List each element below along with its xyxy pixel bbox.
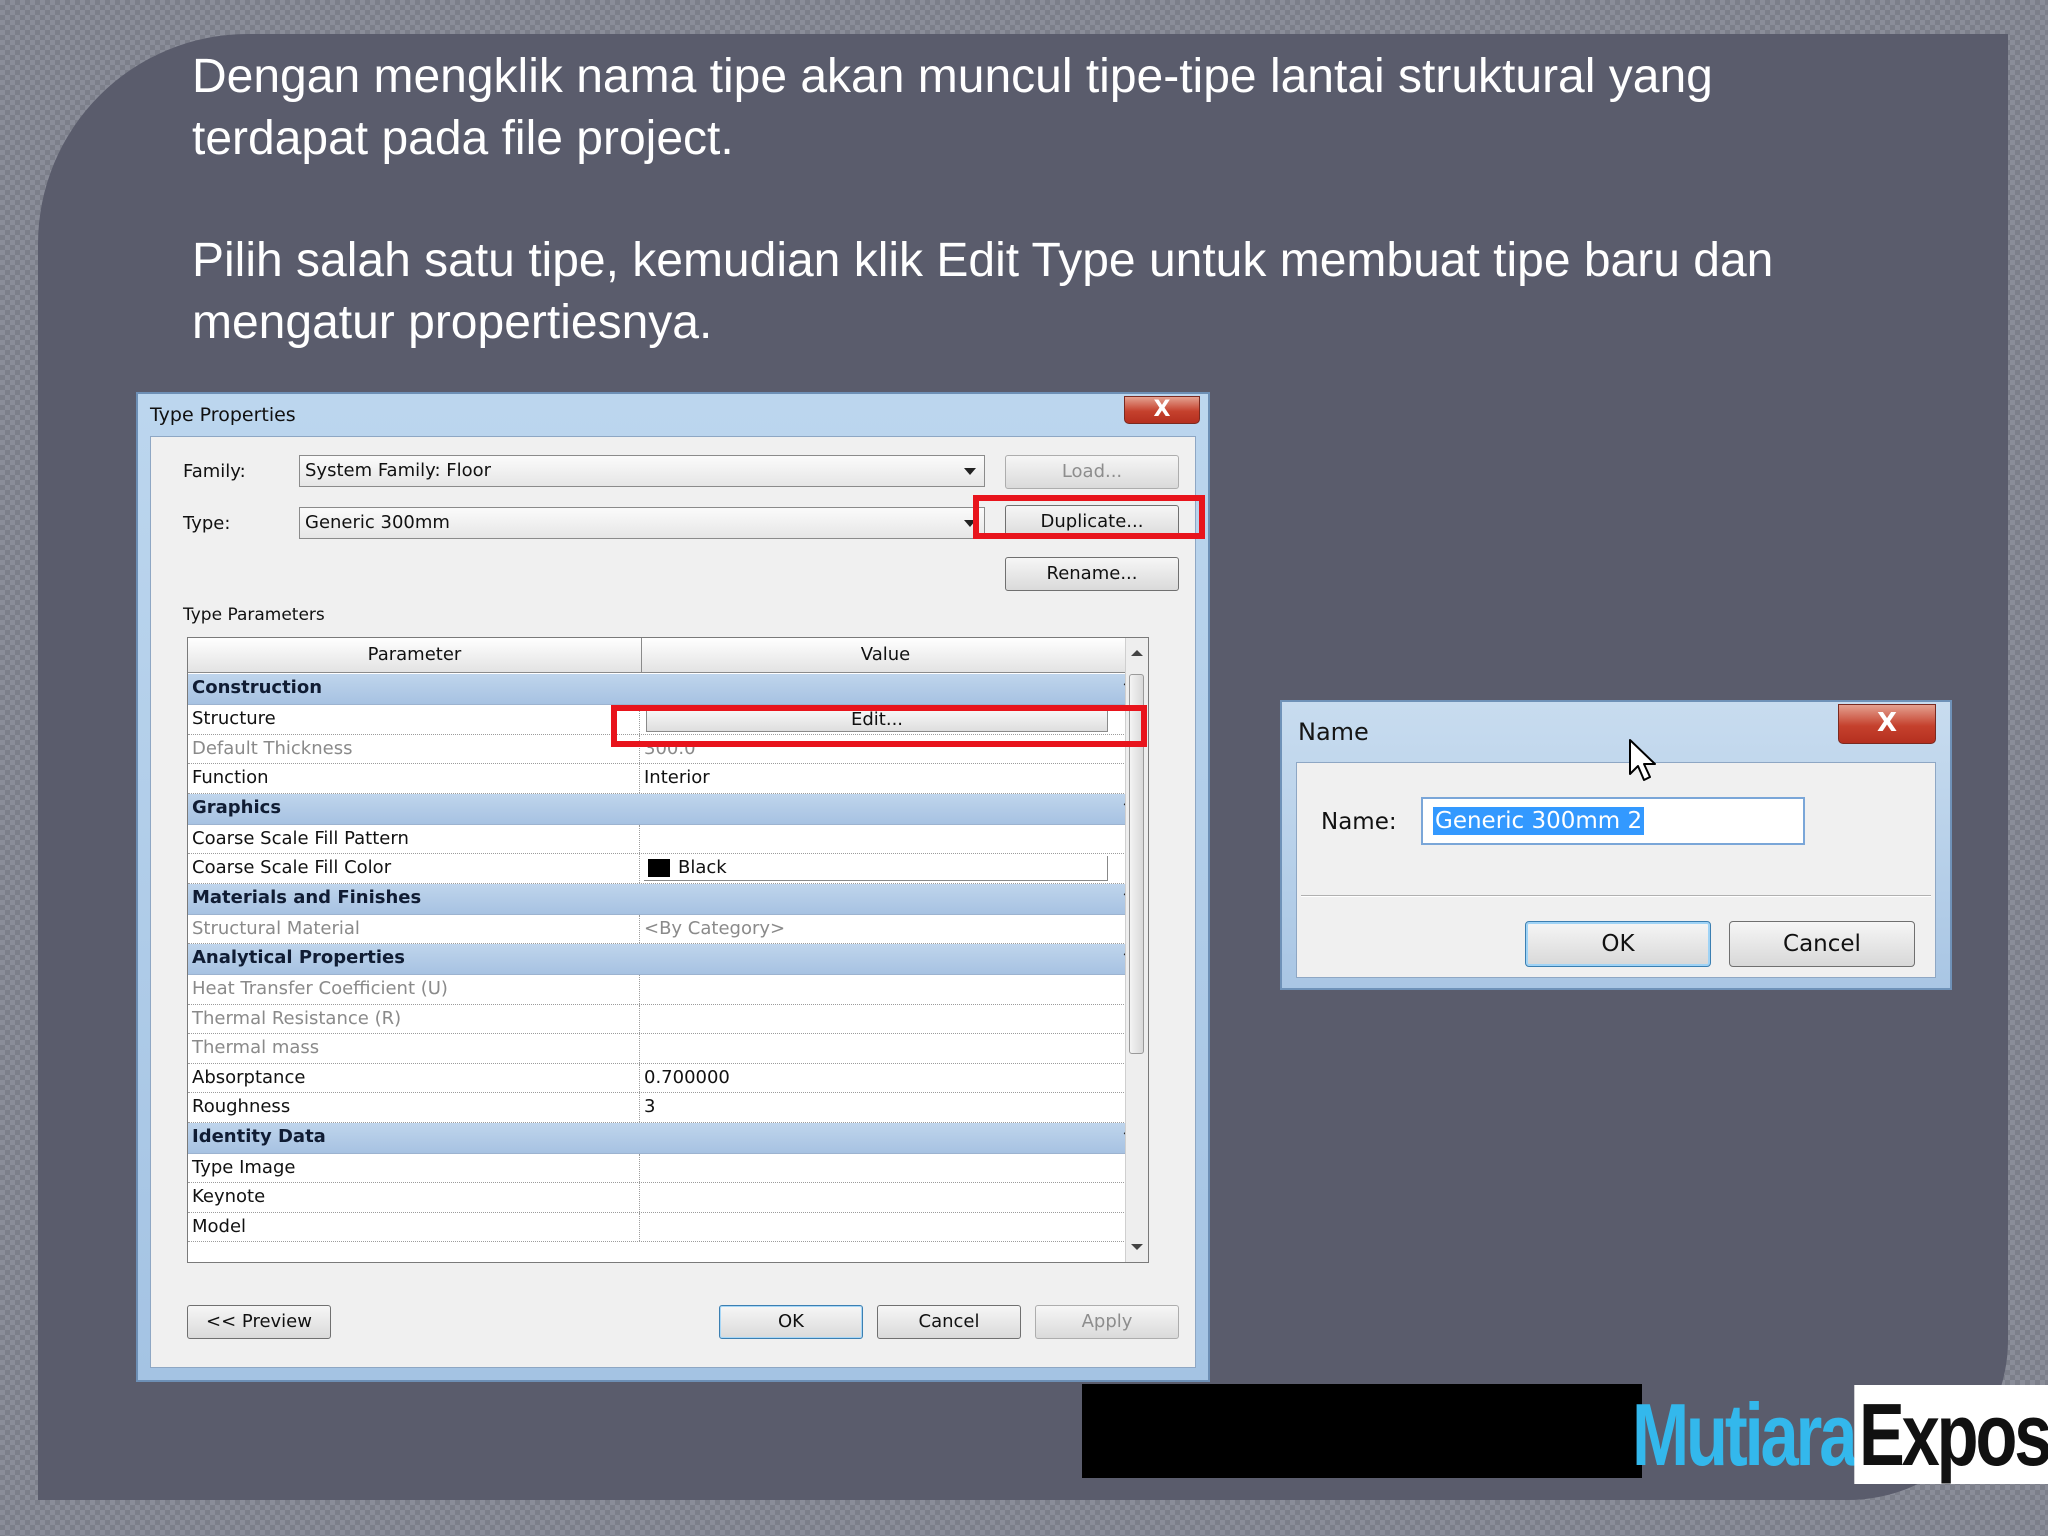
table-row[interactable]: Type Image [188,1153,1146,1183]
column-header-value[interactable]: Value [642,638,1130,672]
group-materials[interactable]: Materials and Finishes⌃ [188,883,1146,915]
grid-header: Parameter Value = [188,638,1147,673]
edit-highlight [611,705,1147,747]
logo-bar [1082,1384,1642,1478]
name-ok-button[interactable]: OK [1525,921,1711,967]
close-button[interactable]: X [1838,704,1936,744]
dialog-title: Type Properties [150,404,296,426]
dialog-body: Family: System Family: Floor Load... Typ… [150,436,1205,1368]
table-row: Structural Material <By Category> [188,914,1146,944]
name-dialog: Name X Name: Generic 300mm 2 OK Cancel [1280,700,1952,990]
group-analytical[interactable]: Analytical Properties⌃ [188,944,1146,975]
cancel-button[interactable]: Cancel [877,1305,1021,1339]
logo-text-mutiara: Mutiara [1632,1385,1857,1484]
grid-rows: Construction⌃ StructureEdit... Default T… [188,674,1146,1242]
table-row[interactable]: Roughness 3 [188,1093,1146,1123]
family-combo[interactable]: System Family: Floor [299,455,985,487]
mouse-pointer-icon [1629,739,1656,781]
rename-button[interactable]: Rename... [1005,557,1179,591]
divider [1301,895,1931,897]
table-row: Thermal mass [188,1034,1146,1064]
type-value: Generic 300mm [305,512,450,533]
color-swatch [648,859,670,877]
table-row[interactable]: Keynote [188,1183,1146,1213]
table-row[interactable]: Model [188,1212,1146,1242]
name-dialog-body: Name: Generic 300mm 2 OK Cancel [1296,762,1936,978]
name-cancel-button[interactable]: Cancel [1729,921,1915,967]
type-parameters-label: Type Parameters [183,605,325,625]
type-properties-dialog: Type Properties X Family: System Family:… [136,392,1210,1382]
table-row[interactable]: Function Interior [188,764,1146,794]
table-row[interactable]: Coarse Scale Fill Color Black [188,854,1146,884]
instruction-text-2: Pilih salah satu tipe, kemudian klik Edi… [192,234,1774,349]
load-button[interactable]: Load... [1005,455,1179,489]
table-row: Heat Transfer Coefficient (U) [188,975,1146,1005]
close-button[interactable]: X [1124,396,1200,424]
name-input[interactable]: Generic 300mm 2 [1421,797,1805,845]
scroll-down-icon[interactable] [1131,1244,1143,1250]
table-row[interactable]: Coarse Scale Fill Pattern [188,824,1146,854]
ok-button[interactable]: OK [719,1305,863,1339]
type-label: Type: [183,513,231,534]
duplicate-highlight [973,495,1205,539]
group-graphics[interactable]: Graphics⌃ [188,793,1146,825]
table-row: Thermal Resistance (R) [188,1004,1146,1034]
instruction-text-1: Dengan mengklik nama tipe akan muncul ti… [192,50,1713,165]
column-header-parameter[interactable]: Parameter [188,638,642,672]
table-row[interactable]: Absorptance 0.700000 [188,1063,1146,1093]
family-label: Family: [183,461,246,482]
chevron-down-icon [964,468,976,475]
family-value: System Family: Floor [305,460,492,481]
name-input-value: Generic 300mm 2 [1433,807,1645,835]
apply-button[interactable]: Apply [1035,1305,1179,1339]
group-identity[interactable]: Identity Data⌃ [188,1122,1146,1154]
scroll-up-icon[interactable] [1131,650,1143,656]
type-combo[interactable]: Generic 300mm [299,507,985,539]
logo-text-expose: Expose [1854,1385,2048,1484]
name-dialog-title: Name [1298,718,1369,746]
preview-button[interactable]: << Preview [187,1305,331,1339]
mutiara-expose-logo: MutiaraExpose [1632,1385,2048,1484]
name-label: Name: [1321,809,1397,835]
group-construction[interactable]: Construction⌃ [188,674,1146,705]
